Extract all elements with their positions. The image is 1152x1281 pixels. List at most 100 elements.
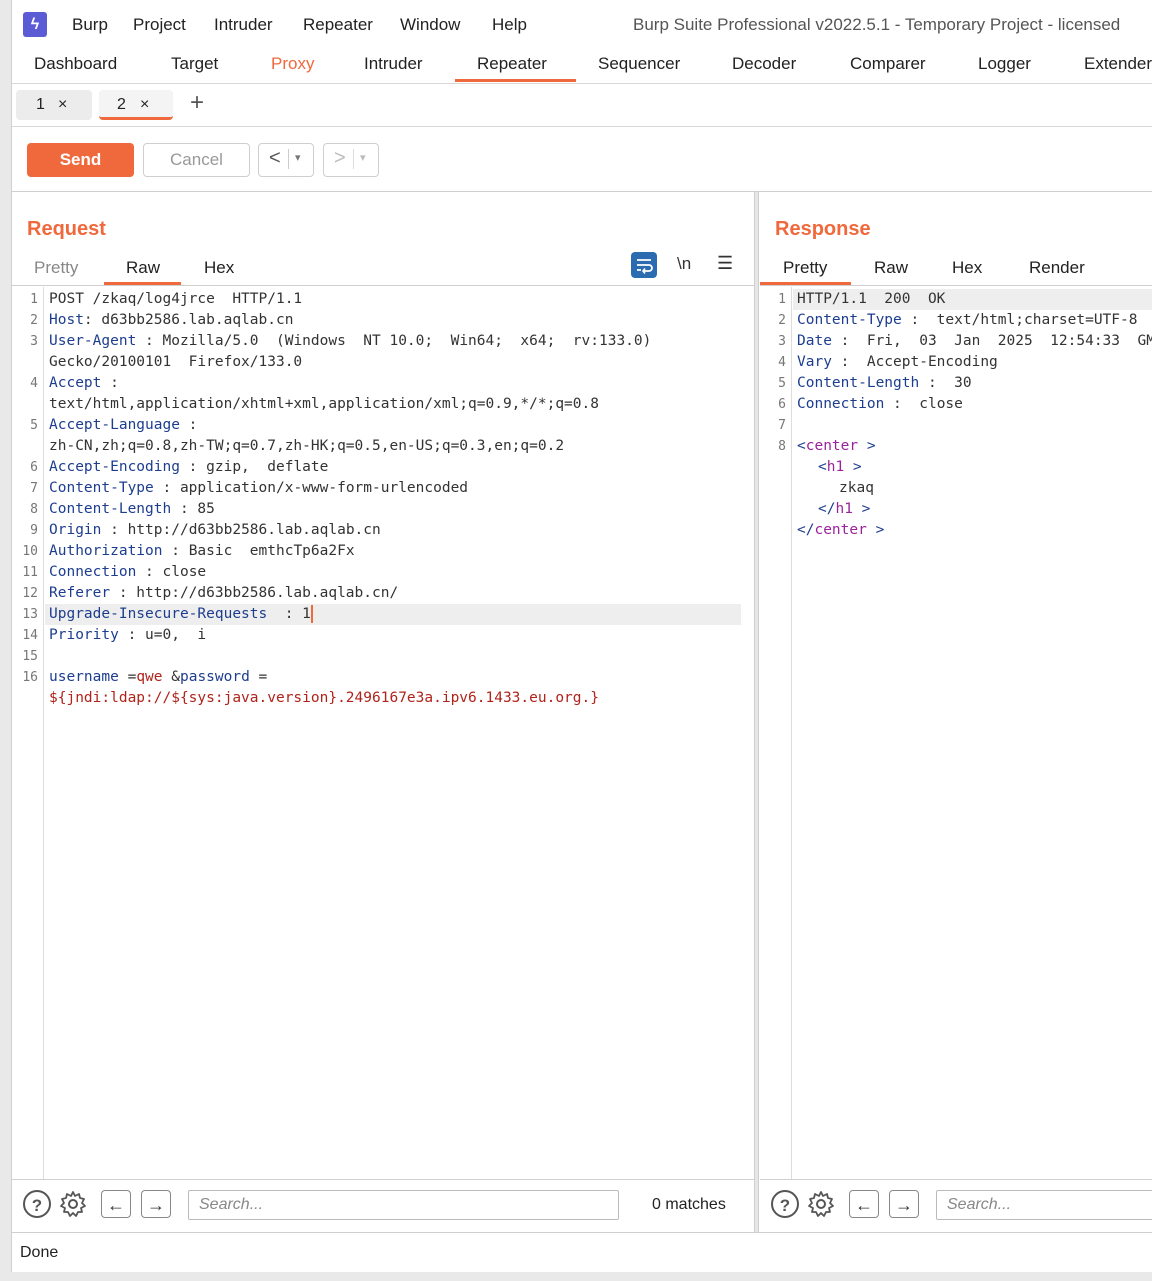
close-icon[interactable]: × <box>140 96 149 114</box>
previous-match-button[interactable]: ← <box>849 1190 879 1218</box>
help-icon[interactable]: ? <box>23 1190 51 1218</box>
help-icon[interactable]: ? <box>771 1190 799 1218</box>
request-header-continued: zh-CN,zh;q=0.8,zh-TW;q=0.7,zh-HK;q=0.5,e… <box>49 438 565 454</box>
tab-hex[interactable]: Hex <box>952 258 982 278</box>
request-header-current: Upgrade-Insecure-Requests : 1 <box>45 604 741 625</box>
tab-raw[interactable]: Raw <box>126 258 160 278</box>
tab-pretty[interactable]: Pretty <box>783 258 827 278</box>
request-pane: Request Pretty Raw Hex \n ☰ 1 2 3 4 5 6 … <box>12 192 754 1232</box>
request-header: Connection : close <box>49 564 207 580</box>
repeater-tab-1[interactable]: 1 × <box>16 90 92 120</box>
line-number: 4 <box>30 376 38 391</box>
response-header: Vary : Accept-Encoding <box>797 354 998 370</box>
line-number: 9 <box>30 523 38 538</box>
status-text: Done <box>20 1244 59 1261</box>
response-body: <center > <box>797 438 876 454</box>
line-number: 2 <box>778 313 786 328</box>
gear-icon[interactable] <box>807 1190 835 1218</box>
request-header: Content-Length : 85 <box>49 501 215 517</box>
menu-help[interactable]: Help <box>492 15 527 35</box>
chevron-down-icon[interactable]: ▾ <box>295 151 301 164</box>
tab-comparer[interactable]: Comparer <box>850 54 926 74</box>
next-match-button[interactable]: → <box>889 1190 919 1218</box>
menu-repeater[interactable]: Repeater <box>303 15 373 35</box>
request-header-continued: text/html,application/xhtml+xml,applicat… <box>49 396 599 412</box>
line-number: 3 <box>778 334 786 349</box>
forward-button[interactable]: > ▾ <box>323 143 379 177</box>
line-number: 3 <box>30 334 38 349</box>
chevron-right-icon: > <box>334 147 346 169</box>
line-number: 13 <box>22 607 38 622</box>
line-number: 10 <box>22 544 38 559</box>
request-header: User-Agent : Mozilla/5.0 (Windows NT 10.… <box>49 333 652 349</box>
request-line: POST /zkaq/log4jrce HTTP/1.1 <box>49 291 303 307</box>
back-button[interactable]: < ▾ <box>258 143 314 177</box>
line-number: 5 <box>30 418 38 433</box>
response-search-field[interactable] <box>936 1190 1152 1220</box>
burp-logo-icon: ϟ <box>23 12 47 37</box>
line-number: 1 <box>778 292 786 307</box>
request-header: Origin : http://d63bb2586.lab.aqlab.cn <box>49 522 381 538</box>
chevron-down-icon[interactable]: ▾ <box>360 151 366 164</box>
repeater-tab-label: 1 <box>36 96 45 113</box>
request-header: Priority : u=0, i <box>49 627 207 643</box>
line-number: 2 <box>30 313 38 328</box>
close-icon[interactable]: × <box>58 96 67 114</box>
wrap-lines-icon[interactable] <box>631 252 657 278</box>
cancel-button[interactable]: Cancel <box>143 143 250 177</box>
menu-icon[interactable]: ☰ <box>717 253 733 274</box>
request-header: Host: d63bb2586.lab.aqlab.cn <box>49 312 294 328</box>
tab-dashboard[interactable]: Dashboard <box>34 54 117 74</box>
menu-intruder[interactable]: Intruder <box>214 15 273 35</box>
chevron-left-icon: < <box>269 147 281 169</box>
request-view-tabs: Pretty Raw Hex \n ☰ <box>12 252 754 286</box>
search-input[interactable] <box>189 1191 609 1219</box>
request-header: Authorization : Basic emthcTp6a2Fx <box>49 543 355 559</box>
active-tab-indicator <box>455 79 576 82</box>
line-number: 8 <box>778 439 786 454</box>
tab-hex[interactable]: Hex <box>204 258 234 278</box>
request-header-continued: Gecko/20100101 Firefox/133.0 <box>49 354 303 370</box>
pane-splitter[interactable] <box>754 192 759 1232</box>
tab-intruder[interactable]: Intruder <box>364 54 423 74</box>
newline-toggle-icon[interactable]: \n <box>677 254 691 274</box>
gear-icon[interactable] <box>59 1190 87 1218</box>
request-header: Accept-Encoding : gzip, deflate <box>49 459 329 475</box>
line-number: 6 <box>778 397 786 412</box>
response-search-bar: ? ← → <box>760 1179 1152 1232</box>
line-number: 7 <box>778 418 786 433</box>
menu-window[interactable]: Window <box>400 15 460 35</box>
line-number: 11 <box>22 565 38 580</box>
tab-extender[interactable]: Extender <box>1084 54 1152 74</box>
tab-target[interactable]: Target <box>171 54 218 74</box>
line-number: 1 <box>30 292 38 307</box>
active-view-indicator <box>760 282 851 285</box>
send-button[interactable]: Send <box>27 143 134 177</box>
previous-match-button[interactable]: ← <box>101 1190 131 1218</box>
request-header: Accept : <box>49 375 119 391</box>
tab-raw[interactable]: Raw <box>874 258 908 278</box>
response-body: </h1 > <box>818 501 871 517</box>
next-match-button[interactable]: → <box>141 1190 171 1218</box>
line-number: 12 <box>22 586 38 601</box>
tab-proxy[interactable]: Proxy <box>271 54 314 74</box>
line-number: 5 <box>778 376 786 391</box>
add-tab-icon[interactable]: + <box>190 89 204 117</box>
tab-decoder[interactable]: Decoder <box>732 54 796 74</box>
tab-pretty[interactable]: Pretty <box>34 258 78 278</box>
request-header: Accept-Language : <box>49 417 198 433</box>
tab-logger[interactable]: Logger <box>978 54 1031 74</box>
repeater-tab-2[interactable]: 2 × <box>99 90 173 120</box>
search-input[interactable] <box>937 1191 1152 1219</box>
window-title: Burp Suite Professional v2022.5.1 - Temp… <box>633 15 1121 34</box>
tab-sequencer[interactable]: Sequencer <box>598 54 680 74</box>
request-editor[interactable]: 1 2 3 4 5 6 7 8 9 10 11 12 13 14 15 16 P… <box>12 287 754 1180</box>
request-search-field[interactable] <box>188 1190 619 1220</box>
tab-render[interactable]: Render <box>1029 258 1085 278</box>
menu-burp[interactable]: Burp <box>72 15 108 35</box>
request-body: username =qwe &password = <box>49 669 268 685</box>
line-number: 14 <box>22 628 38 643</box>
response-editor[interactable]: 1 2 3 4 5 6 7 8 HTTP/1.1 200 OK Content-… <box>760 287 1152 1180</box>
tab-repeater[interactable]: Repeater <box>477 54 547 74</box>
menu-project[interactable]: Project <box>133 15 186 35</box>
